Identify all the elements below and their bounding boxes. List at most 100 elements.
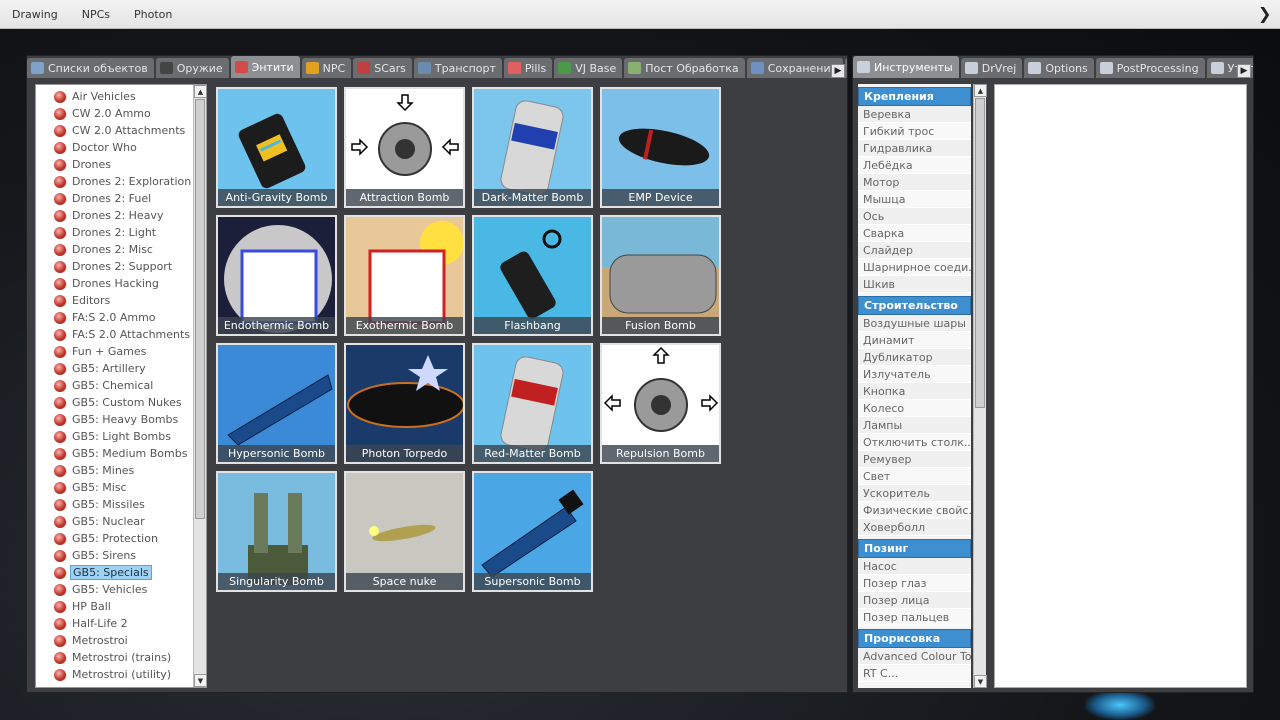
- tool-item[interactable]: Ось: [858, 208, 971, 225]
- tree-scrollbar[interactable]: ▲ ▼: [193, 85, 206, 687]
- tab-0[interactable]: Списки объектов: [27, 58, 154, 78]
- entity-icon-repulse[interactable]: Repulsion Bomb: [600, 343, 721, 464]
- tab-6[interactable]: Pills: [503, 58, 553, 78]
- menu-npcs[interactable]: NPCs: [70, 8, 122, 21]
- tool-item[interactable]: Излучатель: [858, 366, 971, 383]
- entity-icon-attract[interactable]: Attraction Bomb: [344, 87, 465, 208]
- tab-1[interactable]: Оружие: [155, 58, 229, 78]
- tree-item[interactable]: CW 2.0 Attachments: [36, 122, 206, 139]
- tree-item[interactable]: Fun + Games: [36, 343, 206, 360]
- tree-item[interactable]: GB5: Nuclear: [36, 513, 206, 530]
- tool-item[interactable]: Позер пальцев: [858, 609, 971, 626]
- tool-item[interactable]: Кнопка: [858, 383, 971, 400]
- tools-scroll-up-button[interactable]: ▲: [974, 84, 987, 97]
- tree-item[interactable]: GB5: Missiles: [36, 496, 206, 513]
- entity-icon-sun[interactable]: Exothermic Bomb: [344, 215, 465, 336]
- tool-category-header[interactable]: Строительство: [858, 296, 971, 315]
- tool-item[interactable]: Колесо: [858, 400, 971, 417]
- tool-item[interactable]: Насос: [858, 558, 971, 575]
- tab-4[interactable]: SCars: [353, 58, 412, 78]
- tool-item[interactable]: Advanced Colour Tool: [858, 648, 971, 665]
- entity-icon-supersonic[interactable]: Supersonic Bomb: [472, 471, 593, 592]
- tree-item[interactable]: Drones 2: Support: [36, 258, 206, 275]
- tool-item[interactable]: Лампы: [858, 417, 971, 434]
- tool-item[interactable]: Ремувер: [858, 451, 971, 468]
- tool-item[interactable]: Позер лица: [858, 592, 971, 609]
- tool-category-header[interactable]: Прорисовка: [858, 629, 971, 648]
- tree-item[interactable]: GB5: Protection: [36, 530, 206, 547]
- entity-icon-torpedo[interactable]: Photon Torpedo: [344, 343, 465, 464]
- tools-tab-2[interactable]: Options: [1024, 58, 1094, 78]
- tree-item[interactable]: GB5: Sirens: [36, 547, 206, 564]
- tree-item[interactable]: Half-Life 2: [36, 615, 206, 632]
- tools-tabs-scroll-right-button[interactable]: ▶: [1237, 64, 1251, 78]
- tab-9[interactable]: Сохранения: [746, 58, 844, 78]
- tools-scroll-thumb[interactable]: [975, 98, 985, 408]
- entity-icon-hyper[interactable]: Hypersonic Bomb: [216, 343, 337, 464]
- tree-item[interactable]: GB5: Mines: [36, 462, 206, 479]
- tab-10[interactable]: А: [845, 58, 847, 78]
- tool-item[interactable]: Воздушные шары: [858, 315, 971, 332]
- menu-photon[interactable]: Photon: [122, 8, 184, 21]
- tab-5[interactable]: Транспорт: [413, 58, 502, 78]
- scroll-down-button[interactable]: ▼: [194, 674, 206, 687]
- tree-item[interactable]: GB5: Artillery: [36, 360, 206, 377]
- tab-7[interactable]: VJ Base: [554, 58, 623, 78]
- menu-drawing[interactable]: Drawing: [0, 8, 70, 21]
- tools-tab-0[interactable]: Инструменты: [853, 56, 959, 78]
- tabs-scroll-right-button[interactable]: ▶: [831, 64, 845, 78]
- tool-item[interactable]: Сварка: [858, 225, 971, 242]
- tree-item[interactable]: GB5: Vehicles: [36, 581, 206, 598]
- tree-item[interactable]: Doctor Who: [36, 139, 206, 156]
- scroll-thumb[interactable]: [195, 99, 205, 519]
- tree-item[interactable]: GB5: Custom Nukes: [36, 394, 206, 411]
- tool-item[interactable]: Ховерболл: [858, 519, 971, 536]
- tree-item[interactable]: FA:S 2.0 Ammo: [36, 309, 206, 326]
- tool-item[interactable]: Шкив: [858, 276, 971, 293]
- tool-item[interactable]: Мотор: [858, 174, 971, 191]
- entity-icon-singularity[interactable]: Singularity Bomb: [216, 471, 337, 592]
- tool-category-header[interactable]: Позинг: [858, 539, 971, 558]
- tree-item[interactable]: GB5: Misc: [36, 479, 206, 496]
- entity-icon-fusion[interactable]: Fusion Bomb: [600, 215, 721, 336]
- tool-item[interactable]: Лебёдка: [858, 157, 971, 174]
- tree-item[interactable]: FA:S 2.0 Attachments: [36, 326, 206, 343]
- entity-icon-moon[interactable]: Endothermic Bomb: [216, 215, 337, 336]
- tools-tab-3[interactable]: PostProcessing: [1095, 58, 1205, 78]
- tools-scrollbar[interactable]: ▲ ▼: [973, 84, 987, 688]
- tree-item[interactable]: Drones 2: Misc: [36, 241, 206, 258]
- scroll-up-button[interactable]: ▲: [194, 85, 206, 98]
- tab-3[interactable]: NPC: [301, 58, 352, 78]
- tree-item[interactable]: Editors: [36, 292, 206, 309]
- tree-item[interactable]: Drones 2: Fuel: [36, 190, 206, 207]
- tree-item[interactable]: Drones 2: Heavy: [36, 207, 206, 224]
- entity-icon-canister-blue[interactable]: Dark-Matter Bomb: [472, 87, 593, 208]
- tab-2[interactable]: Энтити: [230, 56, 300, 78]
- tree-item[interactable]: GB5: Medium Bombs: [36, 445, 206, 462]
- tools-tab-1[interactable]: DrVrej: [960, 58, 1023, 78]
- tool-item[interactable]: Мышца: [858, 191, 971, 208]
- tree-item[interactable]: GB5: Specials: [36, 564, 206, 581]
- tool-item[interactable]: Отключить столк...: [858, 434, 971, 451]
- tool-item[interactable]: RT C...: [858, 665, 971, 682]
- tree-item[interactable]: HP Ball: [36, 598, 206, 615]
- tool-item[interactable]: Позер глаз: [858, 575, 971, 592]
- tree-item[interactable]: Drones Hacking: [36, 275, 206, 292]
- tree-item[interactable]: Drones: [36, 156, 206, 173]
- tool-item[interactable]: Свет: [858, 468, 971, 485]
- tree-item[interactable]: CW 2.0 Ammo: [36, 105, 206, 122]
- tree-item[interactable]: GB5: Chemical: [36, 377, 206, 394]
- tab-8[interactable]: Пост Обработка: [624, 58, 745, 78]
- entity-icon-grenade[interactable]: Flashbang: [472, 215, 593, 336]
- tool-item[interactable]: Дубликатор: [858, 349, 971, 366]
- entity-icon-cage[interactable]: Anti-Gravity Bomb: [216, 87, 337, 208]
- tree-item[interactable]: Air Vehicles: [36, 88, 206, 105]
- tree-item[interactable]: GB5: Heavy Bombs: [36, 411, 206, 428]
- tool-category-header[interactable]: Крепления: [858, 87, 971, 106]
- tool-item[interactable]: Шарнирное соеди...: [858, 259, 971, 276]
- tool-item[interactable]: Физические свойс...: [858, 502, 971, 519]
- tree-item[interactable]: Metrostroi (utility): [36, 666, 206, 683]
- tree-item[interactable]: Metrostroi: [36, 632, 206, 649]
- tool-item[interactable]: Гибкий трос: [858, 123, 971, 140]
- tool-item[interactable]: Веревка: [858, 106, 971, 123]
